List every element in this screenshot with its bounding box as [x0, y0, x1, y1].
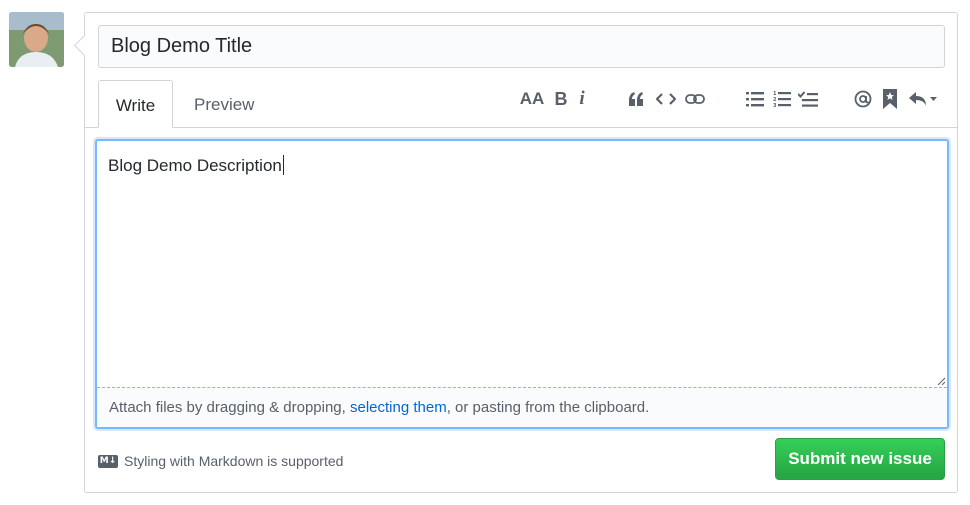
issue-title-input[interactable]: Blog Demo Title [98, 25, 945, 68]
task-list-icon[interactable] [797, 87, 819, 111]
tab-write[interactable]: Write [98, 80, 173, 128]
attach-text-after: , or pasting from the clipboard. [446, 399, 650, 416]
quote-icon[interactable] [625, 87, 647, 111]
file-attach-bar[interactable]: Attach files by dragging & dropping, sel… [97, 387, 947, 427]
italic-label: i [579, 88, 585, 109]
issue-description-textarea[interactable]: Blog Demo Description Attach files by dr… [95, 139, 949, 429]
unordered-list-icon[interactable] [744, 87, 766, 111]
text-size-label: AA [519, 89, 545, 108]
tab-preview[interactable]: Preview [179, 80, 269, 127]
saved-reply-icon[interactable] [881, 87, 899, 111]
ordered-list-icon[interactable]: 123 [771, 87, 793, 111]
mention-icon[interactable] [852, 87, 874, 111]
bold-icon[interactable]: B [552, 87, 570, 111]
bold-label: B [554, 88, 568, 109]
link-icon[interactable] [684, 87, 706, 111]
code-icon[interactable] [655, 87, 677, 111]
description-text: Blog Demo Description [108, 155, 284, 176]
resize-handle-icon[interactable] [937, 377, 945, 385]
text-size-icon[interactable]: AA [519, 87, 545, 111]
select-files-link[interactable]: selecting them [350, 399, 447, 416]
markdown-icon: M↓ [98, 454, 118, 468]
markdown-note-text[interactable]: Styling with Markdown is supported [124, 453, 343, 469]
avatar-photo [9, 12, 64, 67]
submit-issue-button[interactable]: Submit new issue [775, 438, 945, 480]
attach-text-before: Attach files by dragging & dropping, [109, 399, 350, 416]
avatar[interactable] [9, 12, 64, 67]
svg-text:3: 3 [773, 103, 777, 108]
text-caret [282, 155, 284, 175]
reply-dropdown-icon[interactable] [907, 87, 939, 111]
markdown-hint: M↓ Styling with Markdown is supported [98, 453, 343, 469]
description-value: Blog Demo Description [108, 156, 282, 175]
new-issue-form: Blog Demo Title Write Preview AA B i 123… [84, 12, 958, 493]
italic-icon[interactable]: i [575, 87, 589, 111]
